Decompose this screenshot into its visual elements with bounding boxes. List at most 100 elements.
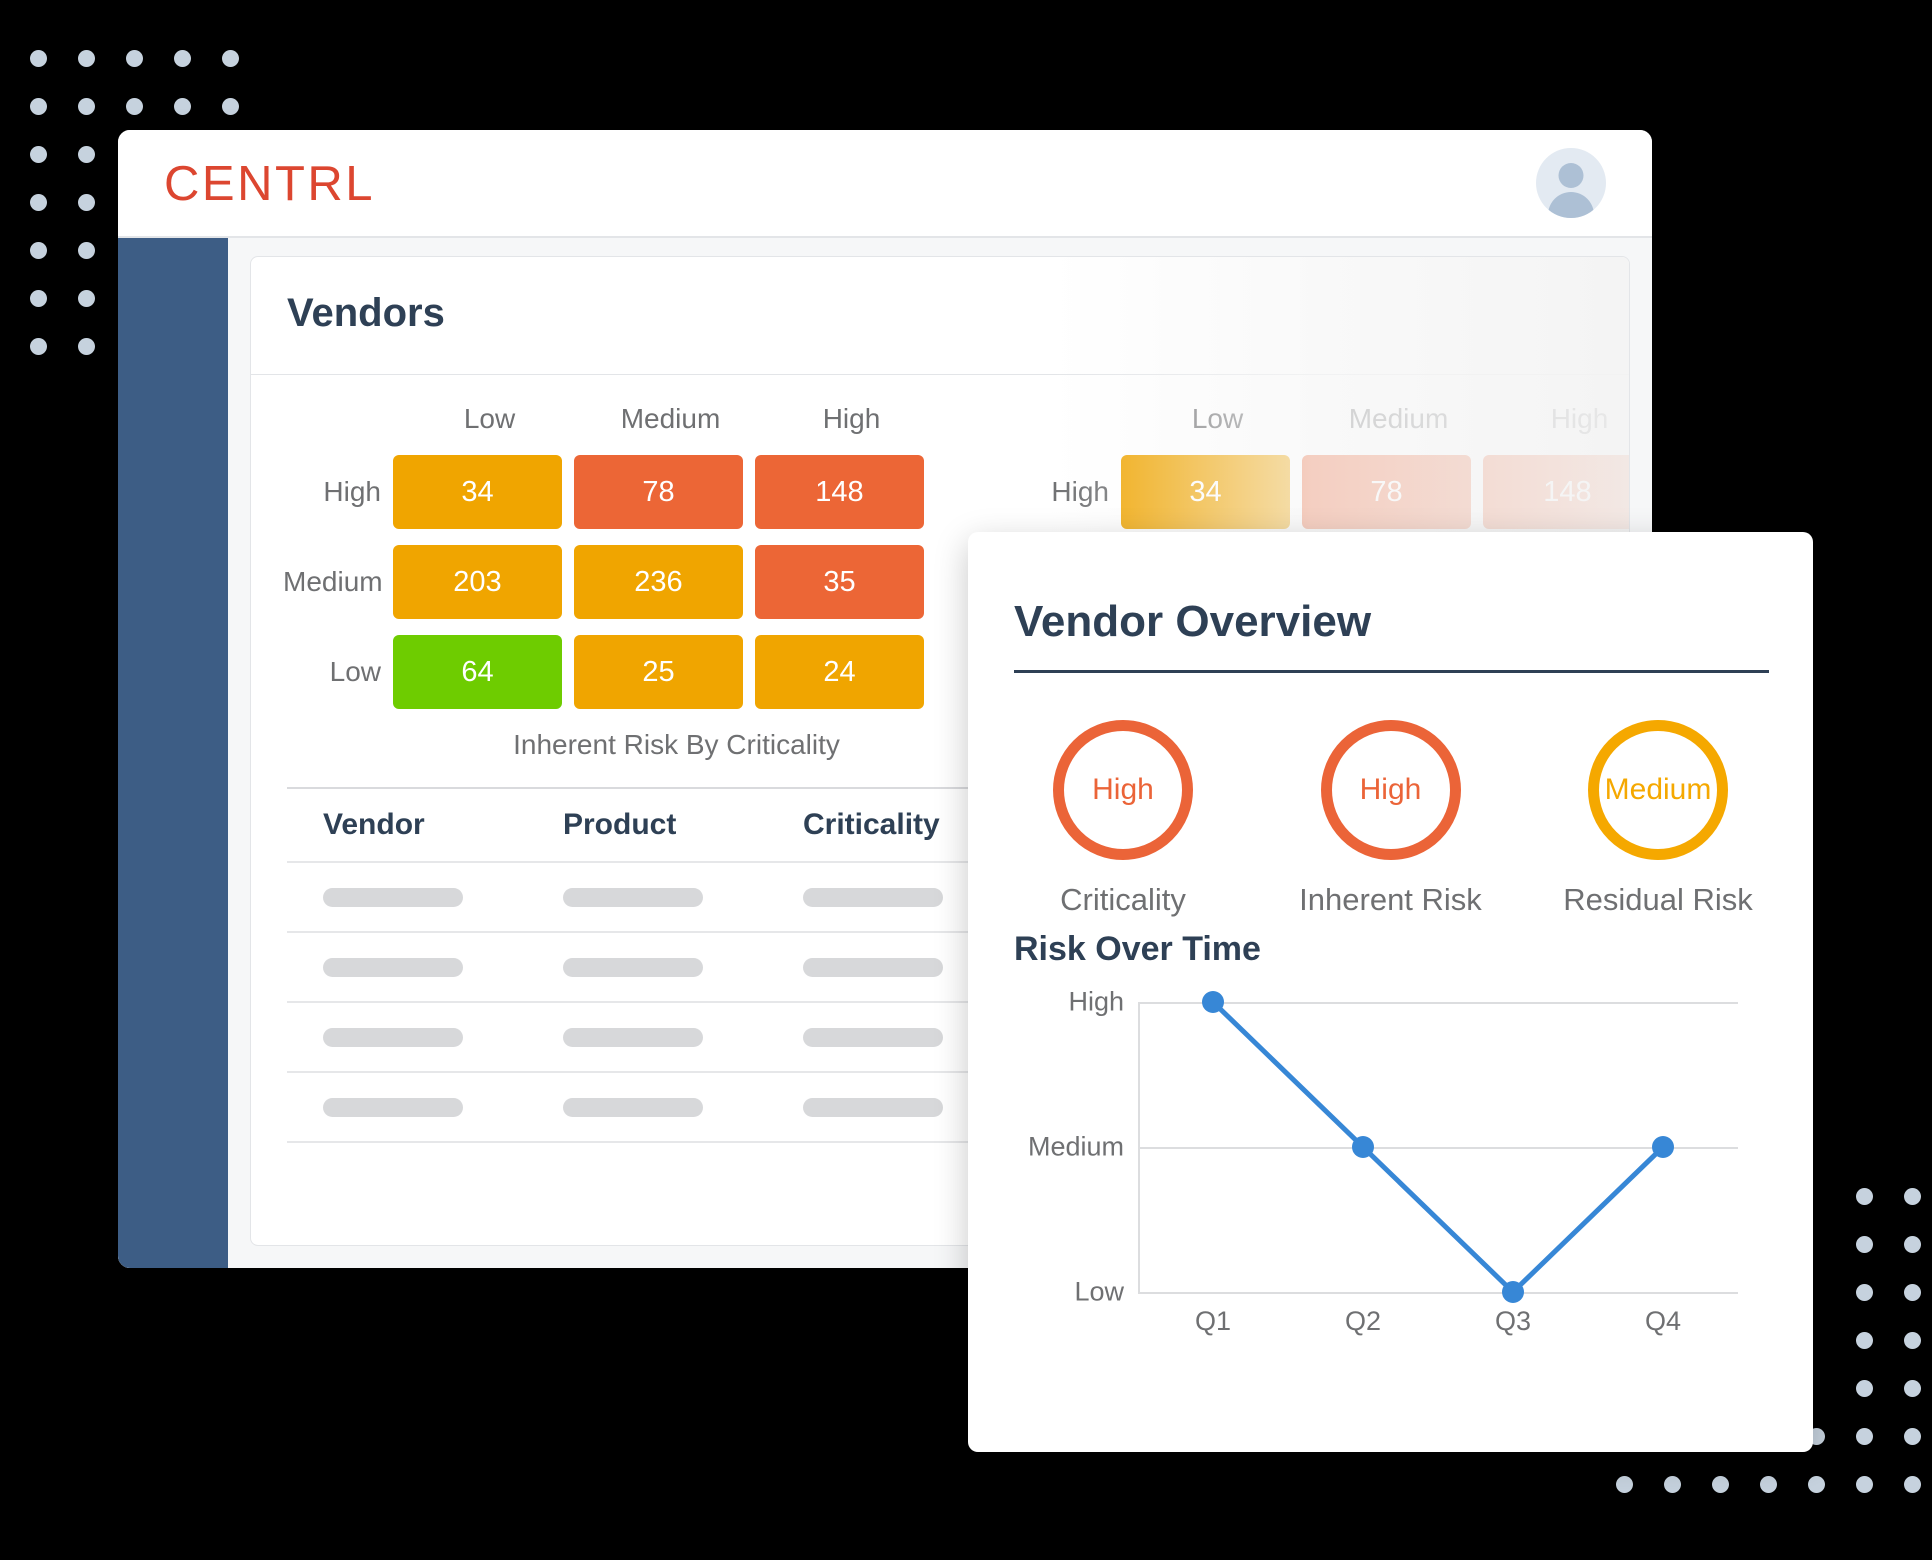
decorative-dot (1888, 1268, 1932, 1316)
decorative-dot (158, 34, 206, 82)
heatmap-row-header: Low (329, 656, 381, 687)
placeholder-bar (803, 887, 943, 907)
heatmap-cell[interactable]: 148 (1483, 455, 1629, 529)
decorative-dot (1744, 1460, 1792, 1508)
decorative-dot (14, 82, 62, 130)
gauge-caption-residual-risk: Residual Risk (1563, 882, 1753, 917)
chart-y-tick-label: Medium (1027, 1131, 1124, 1162)
decorative-dot (1600, 1460, 1648, 1508)
decorative-dot (1888, 1412, 1932, 1460)
table-cell (287, 887, 527, 907)
decorative-dot (62, 130, 110, 178)
heatmap-row-header: High (1051, 476, 1109, 507)
placeholder-bar (323, 887, 463, 907)
table-cell (527, 1027, 767, 1047)
decorative-dot (62, 82, 110, 130)
page-title: Vendors (287, 291, 445, 335)
application-header: CENTRL (118, 130, 1652, 238)
risk-over-time-chart: High Medium Low Q1 Q2 Q3 Q4 (1008, 987, 1778, 1392)
decorative-dot (1840, 1316, 1888, 1364)
user-avatar-icon[interactable] (1536, 148, 1606, 218)
chart-x-tick-label: Q4 (1644, 1306, 1682, 1336)
chart-data-point[interactable] (1652, 1136, 1674, 1158)
heatmap-cell[interactable]: 35 (755, 545, 924, 619)
chart-x-tick-label: Q1 (1194, 1306, 1232, 1336)
chart-x-tick-label: Q2 (1344, 1306, 1382, 1336)
heatmap-cell[interactable]: 78 (1302, 455, 1471, 529)
decorative-dot (62, 226, 110, 274)
vendor-overview-card: Vendor Overview High Criticality High In… (968, 532, 1813, 1452)
table-cell (287, 957, 527, 977)
heatmap-row-header: High (323, 476, 381, 507)
chart-y-tick-label: High (1068, 986, 1124, 1017)
chart-data-point[interactable] (1202, 991, 1224, 1013)
placeholder-bar (323, 1027, 463, 1047)
decorative-dot (14, 322, 62, 370)
gauge-ring-inherent-risk: High (1320, 720, 1461, 860)
decorative-dot (14, 274, 62, 322)
table-cell (287, 1097, 527, 1117)
heatmap-col-header: High (822, 403, 881, 434)
table-column-header-vendor[interactable]: Vendor (287, 808, 527, 842)
table-cell (527, 1097, 767, 1117)
placeholder-bar (803, 957, 943, 977)
placeholder-bar (323, 1097, 463, 1117)
gauge-caption-criticality: Criticality (1060, 882, 1186, 917)
chart-data-point[interactable] (1502, 1281, 1524, 1303)
gauge-caption-inherent-risk: Inherent Risk (1299, 882, 1482, 917)
heatmap-cell[interactable]: 25 (574, 635, 743, 709)
heatmap-row: High 34 78 148 (283, 455, 936, 529)
placeholder-bar (563, 887, 703, 907)
placeholder-bar (803, 1097, 943, 1117)
heatmap-row: Medium 203 236 35 (283, 545, 936, 619)
decorative-dot (1696, 1460, 1744, 1508)
placeholder-bar (563, 1027, 703, 1047)
gauge-ring-criticality: High (1053, 720, 1193, 860)
decorative-dot (110, 34, 158, 82)
sidebar-nav[interactable] (118, 238, 228, 1268)
decorative-dot (110, 82, 158, 130)
risk-over-time-title: Risk Over Time (1014, 930, 1261, 968)
heatmap-cell[interactable]: 78 (574, 455, 743, 529)
placeholder-bar (323, 957, 463, 977)
heatmap-cell[interactable]: 236 (574, 545, 743, 619)
decorative-dot (62, 178, 110, 226)
heatmap-cell[interactable]: 24 (755, 635, 924, 709)
avatar-body-shape (1548, 192, 1594, 218)
heatmap-col-header: High (1550, 403, 1609, 434)
heatmap-col-header: Low (463, 403, 516, 434)
vendor-overview-title: Vendor Overview (1014, 597, 1372, 646)
decorative-dot (158, 82, 206, 130)
heatmap-cell[interactable]: 64 (393, 635, 562, 709)
table-column-header-product[interactable]: Product (527, 808, 767, 842)
title-divider (1014, 670, 1769, 673)
heatmap-row: Low 64 25 24 (283, 635, 936, 709)
placeholder-bar (563, 1097, 703, 1117)
content-card-header: Vendors (251, 257, 1629, 375)
heatmap-cell[interactable]: 148 (755, 455, 924, 529)
decorative-dot (1888, 1172, 1932, 1220)
heatmap-cell[interactable]: 34 (1121, 455, 1290, 529)
heatmap-row: High 34 78 148 (1011, 455, 1629, 529)
decorative-dot (1840, 1364, 1888, 1412)
avatar-head-shape (1558, 163, 1584, 188)
decorative-dot (14, 34, 62, 82)
table-cell (287, 1027, 527, 1047)
heatmap-col-header: Medium (620, 403, 721, 434)
gauge-inherent-risk[interactable]: High Inherent Risk (1276, 720, 1506, 918)
brand-logo: CENTRL (164, 157, 376, 211)
heatmap-cell[interactable]: 34 (393, 455, 562, 529)
decorative-dot (62, 322, 110, 370)
decorative-dot (1888, 1364, 1932, 1412)
chart-data-point[interactable] (1352, 1136, 1374, 1158)
gauge-residual-risk[interactable]: Medium Residual Risk (1543, 720, 1773, 918)
decorative-dot (1888, 1220, 1932, 1268)
gauge-criticality[interactable]: High Criticality (1008, 720, 1238, 918)
chart-plot-area: High Medium Low Q1 Q2 Q3 Q4 (1028, 987, 1738, 1336)
heatmap-column-headers: Low Medium High (405, 403, 948, 435)
heatmap-cell[interactable]: 203 (393, 545, 562, 619)
decorative-dot (1888, 1316, 1932, 1364)
gauge-value-inherent-risk: High (1359, 773, 1422, 806)
heatmap-caption: Inherent Risk By Criticality (513, 729, 840, 760)
decorative-dot (1840, 1268, 1888, 1316)
